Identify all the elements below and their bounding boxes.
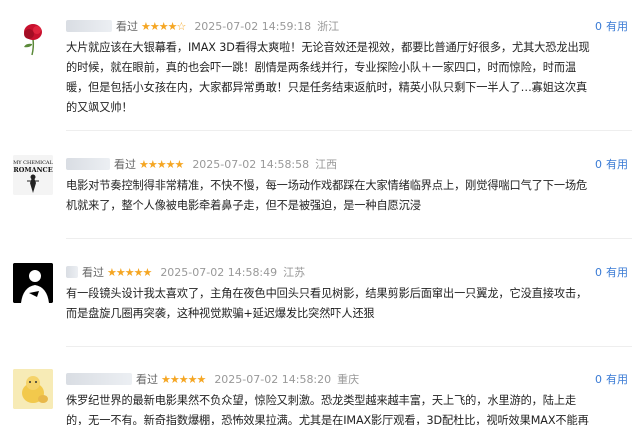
useful-count: 0 <box>595 19 602 33</box>
rating-stars: ★★★★☆ <box>141 19 186 33</box>
review-text: 侏罗纪世界的最新电影果然不负众望，惊险又刺激。恐龙类型越来越丰富，天上飞的，水里… <box>66 391 626 425</box>
review-line: 机就来了，整个人像被电影牵着鼻子走，但不是被强迫，是一种自愿沉浸 <box>66 199 421 212</box>
location: 江西 <box>315 158 338 171</box>
username-blurred[interactable] <box>66 373 132 385</box>
review-line: 的又飒又帅！ <box>66 101 133 114</box>
rating-stars: ★★★★★ <box>161 372 206 386</box>
useful-button[interactable]: 0 有用 <box>595 371 628 387</box>
rating-stars: ★★★★★ <box>139 157 184 171</box>
review-text: 大片就应该在大银幕看，IMAX 3D看得太爽啦！无论音效还是视效，都要比普通厅好… <box>66 38 626 118</box>
location: 江苏 <box>283 266 306 279</box>
timestamp: 2025-07-02 14:59:18 <box>194 19 312 33</box>
review-line: 侏罗纪世界的最新电影果然不负众望，惊险又刺激。恐龙类型越来越丰富，天上飞的，水里… <box>66 394 577 407</box>
silhouette-icon <box>13 263 53 303</box>
watched-label: 看过 <box>116 20 138 33</box>
username-blurred[interactable] <box>66 158 110 170</box>
timestamp: 2025-07-02 14:58:20 <box>214 372 332 386</box>
timestamp: 2025-07-02 14:58:58 <box>192 157 310 171</box>
useful-button[interactable]: 0 有用 <box>595 18 628 34</box>
useful-button[interactable]: 0 有用 <box>595 156 628 172</box>
avatar[interactable] <box>13 17 53 57</box>
useful-count: 0 <box>595 372 602 386</box>
review-line: 而是盘旋几圈再突袭，这种视觉欺骗+延迟爆发比突然吓人还狠 <box>66 307 375 320</box>
username-blurred[interactable] <box>66 20 112 32</box>
watched-label: 看过 <box>82 266 104 279</box>
divider <box>66 346 632 347</box>
review-line: 的，无一不有。新奇指数爆棚，恐怖效果拉满。尤其是在IMAX影厅观看，3D配杜比，… <box>66 414 589 425</box>
review-text: 有一段镜头设计我太喜欢了，主角在夜色中回头只看见树影，结果剪影后面窜出一只翼龙，… <box>66 284 626 324</box>
review-line: 大片就应该在大银幕看，IMAX 3D看得太爽啦！无论音效还是视效，都要比普通厅好… <box>66 41 590 54</box>
useful-count: 0 <box>595 265 602 279</box>
username-blurred[interactable] <box>66 266 78 278</box>
useful-count: 0 <box>595 157 602 171</box>
red-rose-icon <box>13 17 53 57</box>
timestamp: 2025-07-02 14:58:49 <box>160 265 278 279</box>
divider <box>66 130 632 131</box>
useful-label: 有用 <box>606 158 628 171</box>
yellow-plush-icon <box>13 369 53 409</box>
useful-label: 有用 <box>606 373 628 386</box>
rating-stars: ★★★★★ <box>107 265 152 279</box>
review-line: 电影对节奏控制得非常精准，不快不慢，每一场动作戏都踩在大家情绪临界点上，刚觉得喘… <box>66 179 588 192</box>
review-text: 电影对节奏控制得非常精准，不快不慢，每一场动作戏都踩在大家情绪临界点上，刚觉得喘… <box>66 176 626 216</box>
svg-text:ROMANCE: ROMANCE <box>13 166 52 174</box>
location: 浙江 <box>317 20 340 33</box>
avatar[interactable]: MY CHEMICAL ROMANCE <box>13 155 53 195</box>
avatar[interactable] <box>13 263 53 303</box>
location: 重庆 <box>337 373 360 386</box>
divider <box>66 238 632 239</box>
avatar[interactable] <box>13 369 53 409</box>
review-line: 暖，但是包括小女孩在内，大家都异常勇敢！只是任务结束返航时，精英小队只剩下一半人… <box>66 81 588 94</box>
useful-button[interactable]: 0 有用 <box>595 264 628 280</box>
useful-label: 有用 <box>606 20 628 33</box>
useful-label: 有用 <box>606 266 628 279</box>
review-line: 有一段镜头设计我太喜欢了，主角在夜色中回头只看见树影，结果剪影后面窜出一只翼龙，… <box>66 287 588 300</box>
band-logo-icon: MY CHEMICAL ROMANCE <box>13 155 53 195</box>
review-line: 的时候，就在眼前，真的也会吓一跳！剧情是两条线并行，专业探险小队＋一家四口，时而… <box>66 61 577 74</box>
watched-label: 看过 <box>114 158 136 171</box>
watched-label: 看过 <box>136 373 158 386</box>
